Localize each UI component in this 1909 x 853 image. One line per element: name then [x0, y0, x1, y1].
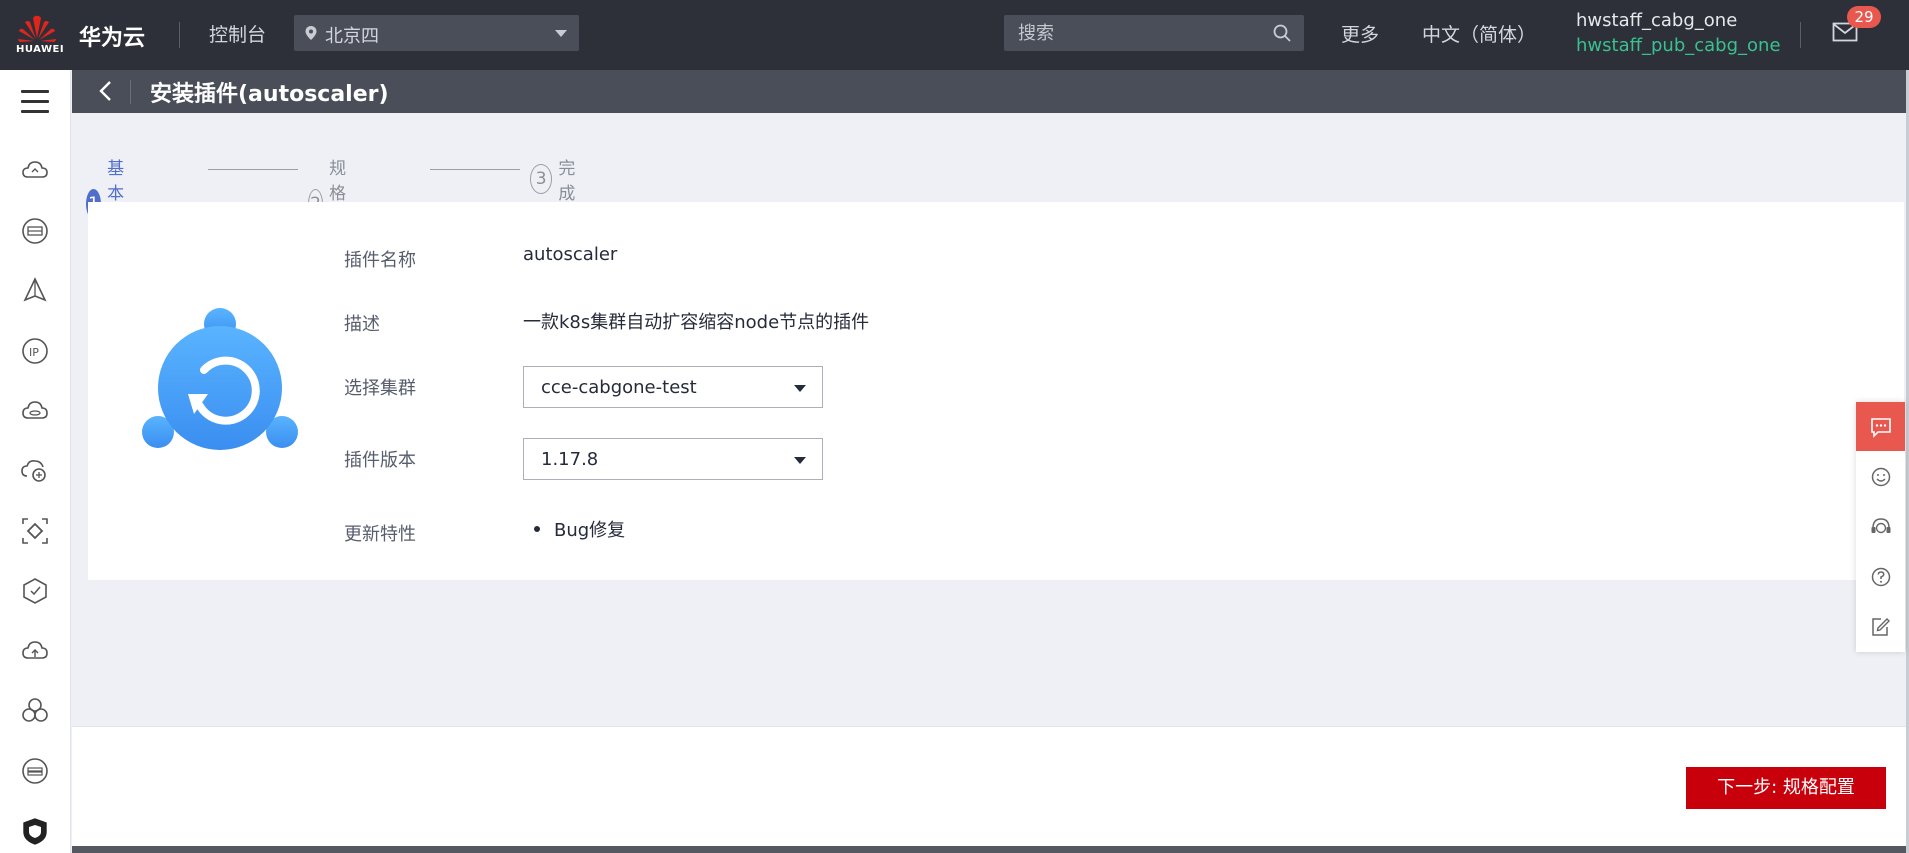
more-menu[interactable]: 更多 — [1341, 20, 1379, 47]
floating-toolbar — [1856, 402, 1905, 652]
cloud-upload-icon[interactable] — [20, 636, 50, 666]
step-connector — [430, 169, 520, 170]
cluster-label: 选择集群 — [344, 378, 416, 399]
page-title: 安装插件(autoscaler) — [150, 82, 389, 107]
version-select[interactable]: 1.17.8 — [523, 438, 823, 480]
autoscaler-plugin-icon — [142, 308, 298, 450]
version-label: 插件版本 — [344, 450, 416, 471]
cluster-select-value: cce-cabgone-test — [541, 377, 697, 398]
plugin-name-value: autoscaler — [523, 244, 618, 265]
sidebar: IP — [0, 70, 71, 853]
logo-text: HUAWEI — [16, 44, 65, 55]
caret-down-icon — [794, 457, 806, 464]
bullet-icon — [534, 526, 540, 532]
region-selector[interactable]: 北京四 — [294, 15, 579, 51]
eip-icon[interactable]: IP — [20, 336, 50, 366]
notes-button[interactable] — [1856, 602, 1905, 651]
customer-service-icon — [1871, 518, 1891, 534]
version-select-value: 1.17.8 — [541, 449, 599, 470]
chat-button[interactable] — [1856, 402, 1905, 451]
divider — [1800, 22, 1801, 48]
back-arrow-icon[interactable] — [94, 78, 118, 104]
step-connector — [208, 169, 298, 170]
footer-bar: 下一步: 规格配置 — [72, 726, 1909, 853]
feedback-smile-icon — [1871, 467, 1891, 487]
shield-icon[interactable] — [20, 816, 50, 846]
page-header: 安装插件(autoscaler) — [72, 70, 1909, 113]
search-input[interactable] — [1018, 20, 1258, 46]
top-navbar: HUAWEI 华为云 控制台 北京四 更多 中文（简体） hwstaff_cab… — [0, 0, 1909, 70]
chat-icon — [1871, 418, 1891, 438]
hybrid-cloud-icon[interactable] — [20, 456, 50, 486]
notes-icon — [1872, 618, 1890, 636]
database-icon[interactable] — [20, 216, 50, 246]
notification-badge: 29 — [1847, 6, 1881, 28]
customer-service-button[interactable] — [1856, 502, 1905, 551]
language-selector[interactable]: 中文（简体） — [1422, 20, 1536, 47]
svg-text:IP: IP — [29, 346, 39, 359]
caret-down-icon — [794, 385, 806, 392]
description-label: 描述 — [344, 314, 380, 335]
step-label: 完成 — [558, 159, 576, 204]
cdn-icon[interactable] — [20, 276, 50, 306]
chevron-down-icon — [555, 30, 567, 37]
help-button[interactable] — [1856, 552, 1905, 601]
step-complete: 3 完成 — [530, 154, 583, 204]
search-box[interactable] — [1004, 15, 1304, 51]
cluster-icon[interactable] — [20, 696, 50, 726]
divider — [130, 80, 131, 104]
location-pin-icon — [305, 26, 317, 40]
user-account-name[interactable]: hwstaff_cabg_one — [1576, 10, 1737, 31]
brand-name[interactable]: 华为云 — [79, 20, 145, 52]
search-icon[interactable] — [1272, 23, 1292, 43]
description-value: 一款k8s集群自动扩容缩容node节点的插件 — [523, 312, 870, 333]
step-number: 3 — [530, 164, 553, 194]
feedback-button[interactable] — [1856, 452, 1905, 501]
hamburger-menu-icon[interactable] — [21, 90, 49, 114]
storage-icon[interactable] — [20, 756, 50, 786]
help-icon — [1871, 567, 1891, 587]
user-project-name[interactable]: hwstaff_pub_cabg_one — [1576, 35, 1781, 56]
next-step-button[interactable]: 下一步: 规格配置 — [1686, 767, 1886, 809]
security-icon[interactable] — [20, 576, 50, 606]
plugin-name-label: 插件名称 — [344, 250, 416, 271]
plugin-info-card: 插件名称 autoscaler 描述 一款k8s集群自动扩容缩容node节点的插… — [88, 202, 1904, 580]
cloud-disk-icon[interactable] — [20, 396, 50, 426]
cloud-server-icon[interactable] — [20, 156, 50, 186]
container-icon[interactable] — [20, 516, 50, 546]
region-value: 北京四 — [325, 26, 379, 47]
cluster-select[interactable]: cce-cabgone-test — [523, 366, 823, 408]
divider — [179, 22, 180, 48]
features-label: 更新特性 — [344, 524, 416, 545]
horizontal-scrollbar[interactable] — [72, 846, 1909, 853]
feature-list-item: Bug修复 — [534, 516, 625, 542]
feature-text: Bug修复 — [554, 520, 626, 541]
console-link[interactable]: 控制台 — [209, 20, 266, 47]
